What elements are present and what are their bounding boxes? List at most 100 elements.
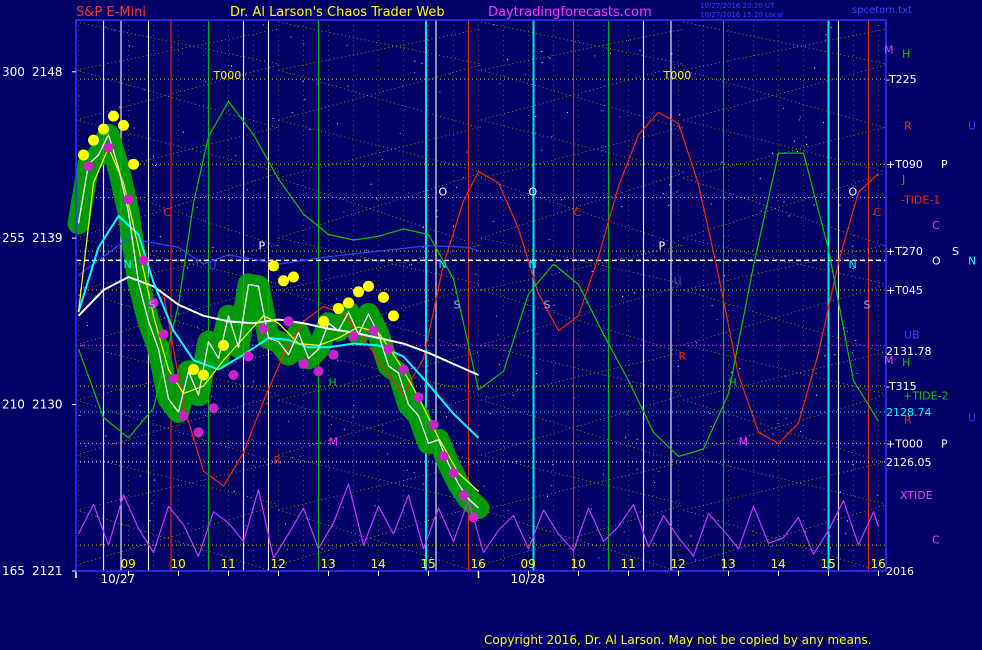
star-dot [773, 458, 775, 460]
yellow-dot-marker [218, 339, 229, 351]
star-dot [825, 34, 827, 36]
star-dot [247, 189, 248, 191]
star-dot [634, 292, 636, 294]
star-dot [330, 424, 332, 426]
star-dot [284, 523, 286, 525]
chart-annotation: O [439, 186, 448, 199]
star-dot [668, 204, 670, 206]
star-dot [653, 542, 655, 544]
chart-annotation: P [659, 239, 666, 252]
right-axis-label: M [884, 354, 894, 367]
star-dot [620, 206, 622, 207]
star-dot [793, 140, 795, 142]
star-dot [551, 135, 553, 137]
star-dot [552, 464, 554, 466]
star-dot [266, 403, 268, 405]
star-dot [414, 60, 416, 62]
magenta-dot-marker [193, 427, 204, 438]
yellow-dot-marker [333, 302, 344, 314]
right-axis-label: J [901, 173, 905, 186]
star-dot [149, 520, 151, 522]
star-dot [466, 151, 468, 153]
yellow-dot-marker [118, 119, 129, 131]
star-dot [636, 468, 638, 470]
y-tick-left: 300 [2, 65, 25, 79]
star-dot [343, 211, 345, 213]
star-dot [658, 470, 660, 472]
star-dot [178, 312, 180, 314]
magenta-dot-marker [283, 316, 294, 327]
star-dot [79, 263, 81, 265]
star-dot [113, 29, 115, 31]
star-dot [852, 245, 854, 247]
magenta-dot-marker [258, 323, 269, 334]
star-dot [507, 510, 509, 511]
chart-annotation: O [529, 186, 538, 199]
magenta-dot-marker [158, 329, 169, 340]
star-dot [696, 342, 698, 344]
magenta-dot-marker [383, 344, 394, 355]
yellow-dot-marker [318, 315, 329, 327]
star-dot [770, 545, 772, 547]
star-dot [336, 298, 338, 300]
right-axis-label: M [884, 44, 894, 57]
x-tick-label: 16 [471, 557, 486, 571]
star-dot [411, 264, 413, 266]
star-dot [310, 167, 312, 169]
star-dot [228, 198, 230, 200]
star-dot [449, 404, 451, 406]
star-dot [560, 199, 562, 201]
site-link[interactable]: Daytradingforecasts.com [488, 5, 652, 20]
yellow-dot-marker [278, 275, 289, 287]
star-dot [100, 543, 102, 545]
chart-annotation: S [149, 298, 156, 311]
star-dot [497, 334, 499, 336]
right-axis-label: XTIDE [900, 489, 933, 502]
star-dot [565, 294, 567, 296]
chart-annotation: N [439, 258, 447, 271]
star-dot [676, 191, 678, 193]
star-dot [739, 368, 741, 369]
right-axis-label: N [968, 254, 976, 267]
star-dot [139, 405, 141, 406]
magenta-dot-marker [208, 403, 219, 414]
yellow-dot-marker [88, 134, 99, 146]
star-dot [824, 355, 826, 357]
right-axis-label: 2016 [886, 565, 914, 578]
star-dot [272, 118, 274, 119]
yellow-dot-marker [378, 291, 389, 303]
star-dot [662, 193, 664, 195]
star-dot [602, 473, 604, 475]
star-dot [291, 112, 293, 114]
right-axis-label: -TIDE-1 [901, 193, 940, 206]
star-dot [814, 67, 816, 69]
star-dot [346, 44, 348, 46]
x-tick-label: 09 [521, 557, 536, 571]
star-dot [548, 239, 550, 240]
star-dot [286, 549, 288, 551]
chart-annotation: M [329, 435, 339, 448]
star-dot [856, 373, 858, 374]
star-dot [512, 394, 514, 396]
chart-annotation: T000 [663, 69, 692, 82]
right-axis-label: +T270 [886, 245, 923, 258]
star-dot [496, 315, 498, 317]
star-dot [772, 433, 774, 435]
right-axis-label: U [968, 412, 976, 425]
y-tick-price: 2139 [32, 231, 63, 245]
magenta-dot-marker [448, 468, 459, 479]
chart-annotation: N [124, 258, 132, 271]
magenta-dot-marker [398, 364, 409, 375]
star-dot [594, 55, 596, 57]
star-dot [829, 535, 831, 537]
right-axis-label: +T000 [886, 437, 923, 450]
chart-annotation: R [679, 350, 687, 363]
yellow-dot-marker [388, 310, 399, 322]
star-dot [483, 485, 485, 487]
star-dot [653, 481, 655, 483]
star-dot [815, 373, 817, 374]
yellow-dot-marker [128, 158, 139, 170]
star-dot [182, 131, 184, 133]
star-dot [489, 413, 491, 415]
y-tick-price: 2121 [32, 564, 63, 578]
